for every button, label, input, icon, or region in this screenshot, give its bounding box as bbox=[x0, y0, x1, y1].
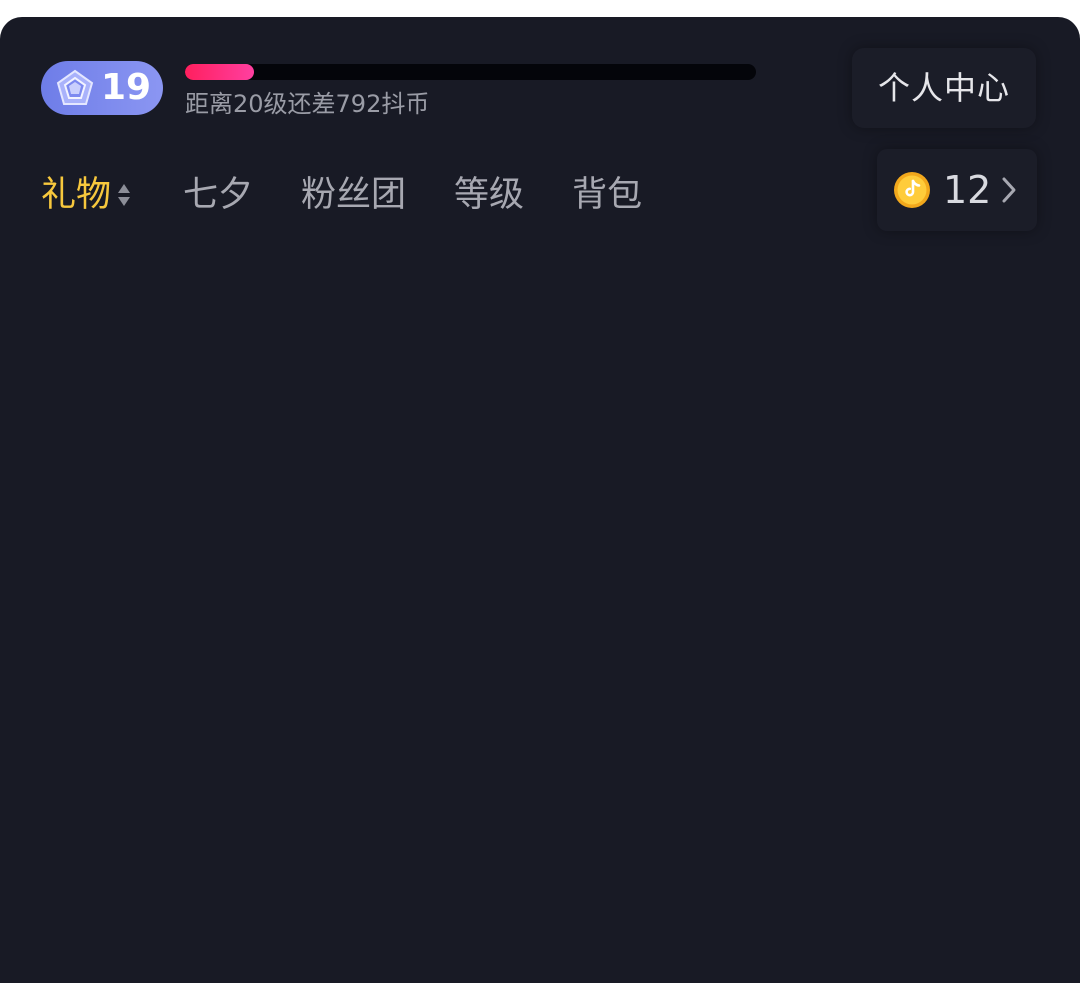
tab-backpack[interactable]: 背包 bbox=[572, 167, 642, 223]
level-badge[interactable]: 19 bbox=[41, 61, 163, 115]
coin-balance-amount: 12 bbox=[943, 168, 992, 212]
tab-gift[interactable]: 礼物 bbox=[41, 167, 131, 223]
gift-tabs: 礼物 七夕 粉丝团 等级 背包 bbox=[41, 167, 642, 223]
chevron-right-icon bbox=[991, 175, 1017, 205]
tab-fan-club[interactable]: 粉丝团 bbox=[301, 167, 406, 223]
coin-balance-button[interactable]: 12 bbox=[877, 149, 1037, 231]
tab-qixi[interactable]: 七夕 bbox=[183, 167, 253, 223]
sort-arrows-icon bbox=[111, 181, 131, 209]
pentagon-gem-icon bbox=[55, 68, 95, 108]
gift-panel: 19 距离20级还差792抖币 个人中心 礼物 七夕 粉丝团 等级 背包 12 bbox=[0, 17, 1080, 983]
level-number: 19 bbox=[101, 67, 152, 108]
tab-level[interactable]: 等级 bbox=[454, 167, 524, 223]
level-progress-bar bbox=[185, 64, 756, 80]
level-progress-fill bbox=[185, 64, 254, 80]
personal-center-button[interactable]: 个人中心 bbox=[852, 48, 1036, 128]
douyin-coin-icon bbox=[893, 171, 931, 209]
level-progress-text: 距离20级还差792抖币 bbox=[185, 90, 430, 118]
tab-label: 礼物 bbox=[41, 175, 112, 215]
